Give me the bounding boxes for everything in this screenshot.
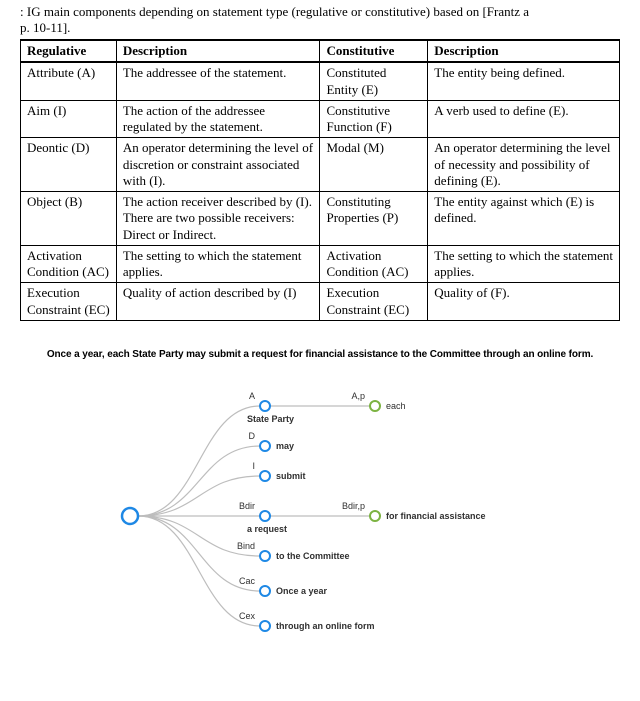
th-description-2: Description xyxy=(428,40,620,62)
tree-code-i: I xyxy=(252,461,255,471)
table-row: Object (B) The action receiver described… xyxy=(21,192,620,246)
ig-table: Regulative Description Constitutive Desc… xyxy=(20,39,620,321)
tree-code-ap: A,p xyxy=(351,391,365,401)
cell-reg: Activation Condition (AC) xyxy=(21,245,117,283)
tree-code-cac: Cac xyxy=(239,576,256,586)
cell-reg: Object (B) xyxy=(21,192,117,246)
tree-node-d xyxy=(260,441,270,451)
tree-text-cac: Once a year xyxy=(276,586,328,596)
th-description-1: Description xyxy=(116,40,320,62)
caption-line-2: p. 10-11]. xyxy=(20,20,70,35)
tree-node-cex xyxy=(260,621,270,631)
cell-con: Constitutive Function (F) xyxy=(320,100,428,138)
table-caption: : IG main components depending on statem… xyxy=(20,4,620,35)
tree-root-node xyxy=(122,508,138,524)
cell-desc1: The action receiver described by (I). Th… xyxy=(116,192,320,246)
cell-desc1: The action of the addressee regulated by… xyxy=(116,100,320,138)
cell-con: Modal (M) xyxy=(320,138,428,192)
tree-node-bind xyxy=(260,551,270,561)
cell-con: Constituted Entity (E) xyxy=(320,62,428,100)
tree-text-bdirp: for financial assistance xyxy=(386,511,486,521)
cell-desc1: The addressee of the statement. xyxy=(116,62,320,100)
th-constitutive: Constitutive xyxy=(320,40,428,62)
tree-code-a: A xyxy=(249,391,255,401)
cell-reg: Aim (I) xyxy=(21,100,117,138)
cell-desc2: The setting to which the statement appli… xyxy=(428,245,620,283)
cell-con: Execution Constraint (EC) xyxy=(320,283,428,321)
diagram-sentence: Once a year, each State Party may submit… xyxy=(20,349,620,360)
tree-node-i xyxy=(260,471,270,481)
tree-text-i: submit xyxy=(276,471,306,481)
table-row: Execution Constraint (EC) Quality of act… xyxy=(21,283,620,321)
tree-edge xyxy=(138,516,260,626)
cell-con: Constituting Properties (P) xyxy=(320,192,428,246)
cell-desc1: Quality of action described by (I) xyxy=(116,283,320,321)
cell-desc1: The setting to which the statement appli… xyxy=(116,245,320,283)
table-row: Activation Condition (AC) The setting to… xyxy=(21,245,620,283)
cell-desc1: An operator determining the level of dis… xyxy=(116,138,320,192)
tree-text-bind: to the Committee xyxy=(276,551,350,561)
cell-desc2: Quality of (F). xyxy=(428,283,620,321)
tree-code-bdirp: Bdir,p xyxy=(342,501,365,511)
tree-text-a: State Party xyxy=(247,414,294,424)
tree-code-bind: Bind xyxy=(237,541,255,551)
tree-edge xyxy=(138,406,260,516)
tree-text-ap: each xyxy=(386,401,406,411)
cell-reg: Attribute (A) xyxy=(21,62,117,100)
tree-text-cex: through an online form xyxy=(276,621,375,631)
tree-node-bdir xyxy=(260,511,270,521)
tree-node-bdirp xyxy=(370,511,380,521)
tree-text-d: may xyxy=(276,441,294,451)
cell-desc2: A verb used to define (E). xyxy=(428,100,620,138)
cell-desc2: The entity against which (E) is defined. xyxy=(428,192,620,246)
tree-node-cac xyxy=(260,586,270,596)
tree-code-bdir: Bdir xyxy=(239,501,255,511)
table-header-row: Regulative Description Constitutive Desc… xyxy=(21,40,620,62)
ig-tree-diagram: Once a year, each State Party may submit… xyxy=(20,349,620,656)
table-row: Aim (I) The action of the addressee regu… xyxy=(21,100,620,138)
table-row: Attribute (A) The addressee of the state… xyxy=(21,62,620,100)
caption-line-1: : IG main components depending on statem… xyxy=(20,4,529,19)
cell-desc2: The entity being defined. xyxy=(428,62,620,100)
table-row: Deontic (D) An operator determining the … xyxy=(21,138,620,192)
tree-code-cex: Cex xyxy=(239,611,256,621)
cell-reg: Deontic (D) xyxy=(21,138,117,192)
th-regulative: Regulative xyxy=(21,40,117,62)
tree-node-a xyxy=(260,401,270,411)
cell-desc2: An operator determining the level of nec… xyxy=(428,138,620,192)
cell-reg: Execution Constraint (EC) xyxy=(21,283,117,321)
tree-node-ap xyxy=(370,401,380,411)
cell-con: Activation Condition (AC) xyxy=(320,245,428,283)
tree-text-bdir: a request xyxy=(247,524,287,534)
tree-svg: A State Party A,p each Dmay Isubmit Bdir a requ… xyxy=(40,376,600,656)
tree-code-d: D xyxy=(249,431,256,441)
